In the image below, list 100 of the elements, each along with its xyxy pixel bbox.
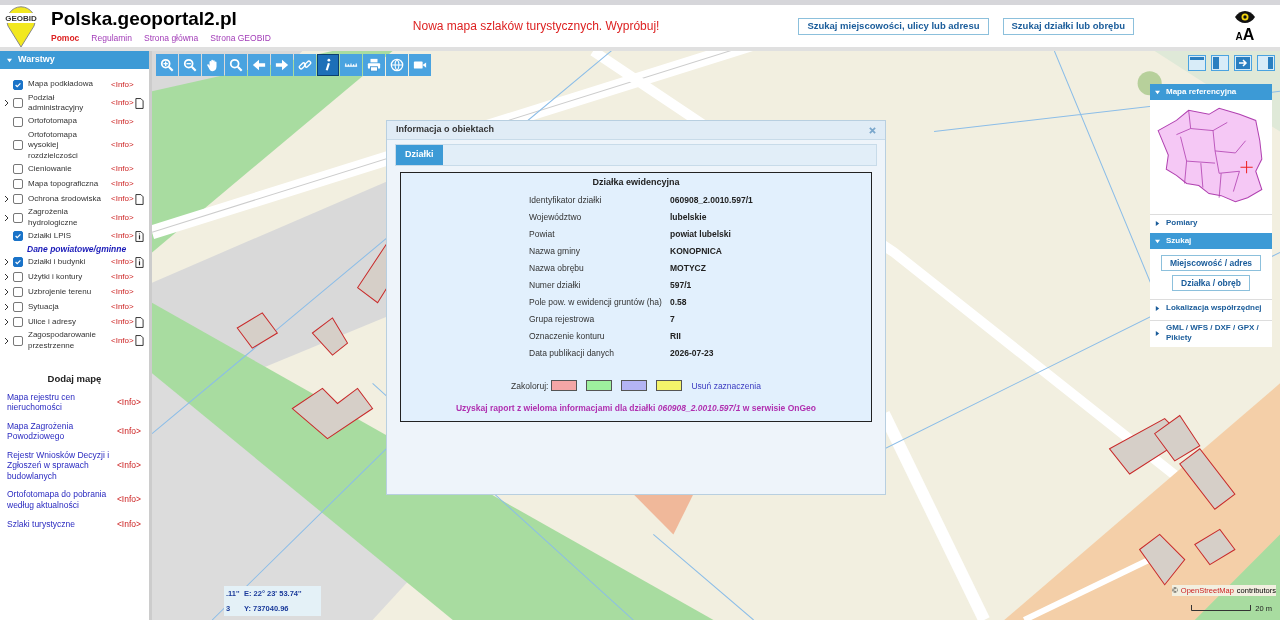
color-label: Zakoloruj: xyxy=(511,379,549,393)
info-link[interactable]: <Info> xyxy=(111,316,134,328)
layer-checkbox[interactable] xyxy=(13,79,23,90)
section-header[interactable]: GML / WFS / DXF / GPX / Pikiety xyxy=(1150,320,1272,345)
layer-checkbox[interactable] xyxy=(13,257,23,267)
left-panel-icon[interactable] xyxy=(1211,55,1229,71)
color-swatch[interactable] xyxy=(586,380,613,392)
search-button[interactable]: Szukaj miejscowości, ulicy lub adresu xyxy=(798,17,989,35)
info-link[interactable]: <Info> xyxy=(111,230,134,242)
hand-tool-button[interactable] xyxy=(202,54,224,76)
document-icon[interactable] xyxy=(135,316,144,328)
chevron-icon[interactable] xyxy=(4,99,9,107)
info-tool-button[interactable] xyxy=(317,54,339,76)
add-map-link[interactable]: Ortofotomapa do pobrania według aktualności xyxy=(7,489,111,511)
info-link[interactable]: <Info> xyxy=(111,256,134,268)
info-link[interactable]: <Info> xyxy=(116,518,141,531)
layer-label: Działki i budynki xyxy=(28,256,87,268)
info-link[interactable]: <Info> xyxy=(111,193,134,205)
info-link[interactable]: <Info> xyxy=(111,97,134,109)
search-button[interactable]: Szukaj działki lub obrębu xyxy=(1002,17,1134,35)
section-header[interactable]: Pomiary xyxy=(1150,214,1272,231)
layer-checkbox[interactable] xyxy=(13,194,23,204)
info-link[interactable]: <Info> xyxy=(111,211,134,224)
add-map-link[interactable]: Mapa rejestru cen nieruchomości xyxy=(7,391,111,413)
layer-label: Podział administracyjny xyxy=(28,92,85,114)
info-document-icon[interactable] xyxy=(135,230,144,242)
font-size-button[interactable]: AA xyxy=(1235,26,1255,43)
field-value: 597/1 xyxy=(669,278,693,292)
header-link[interactable]: Strona główna xyxy=(144,31,199,45)
layer-checkbox[interactable] xyxy=(13,179,23,189)
info-link[interactable]: <Info> xyxy=(111,286,134,298)
header-link[interactable]: Strona GEOBID xyxy=(210,31,271,45)
clear-selection-link[interactable]: Usuń zaznaczenia xyxy=(691,379,761,393)
add-map-link[interactable]: Mapa Zagrożenia Powodziowego xyxy=(7,420,111,442)
info-link[interactable]: <Info> xyxy=(116,459,141,472)
layer-checkbox[interactable] xyxy=(13,317,23,327)
info-link[interactable]: <Info> xyxy=(111,163,134,175)
info-link[interactable]: <Info> xyxy=(111,178,134,190)
info-link[interactable]: <Info> xyxy=(116,395,141,409)
info-link[interactable]: <Info> xyxy=(111,139,134,152)
camera-tool-button[interactable] xyxy=(409,54,431,76)
search-button[interactable]: Miejscowość / adres xyxy=(1160,255,1262,271)
add-map-link[interactable]: Szlaki turystyczne xyxy=(7,519,111,530)
exit-icon[interactable] xyxy=(1234,55,1252,71)
info-link[interactable]: <Info> xyxy=(111,78,134,91)
color-swatch[interactable] xyxy=(551,380,578,392)
info-link[interactable]: <Info> xyxy=(111,301,134,313)
layer-checkbox[interactable] xyxy=(13,287,23,297)
window-layout-icon[interactable] xyxy=(1188,55,1206,71)
site-title: Polska.geoportal2.pl xyxy=(51,7,238,30)
search-button[interactable]: Działka / obręb xyxy=(1172,275,1250,291)
layer-label: Ulice i adresy xyxy=(28,316,77,328)
field-value: MOTYCZ xyxy=(669,261,707,275)
layer-checkbox[interactable] xyxy=(13,302,23,312)
layer-label: Ochrona środowiska xyxy=(28,193,102,205)
color-swatch[interactable] xyxy=(621,380,648,392)
layer-label: Cieniowanie xyxy=(28,163,73,175)
layer-checkbox[interactable] xyxy=(13,212,23,223)
section-header[interactable]: Mapa referencyjna xyxy=(1150,84,1272,100)
section-header[interactable]: Szukaj xyxy=(1150,233,1272,249)
layer-checkbox[interactable] xyxy=(13,272,23,282)
info-link[interactable]: <Info> xyxy=(116,424,141,438)
layer-checkbox[interactable] xyxy=(13,98,23,108)
report-link[interactable]: Uzyskaj raport z wieloma informacjami dla działki 060908_2.0010.597/1 w serwisie OnGeo xyxy=(455,402,816,415)
chevron-icon[interactable] xyxy=(4,213,9,222)
zoom-in-tool-button[interactable] xyxy=(156,54,178,76)
announcement-link[interactable]: Nowa mapa szlaków turystycznych. Wypróbuj! xyxy=(412,17,660,35)
document-icon[interactable] xyxy=(135,97,144,109)
dialog-tab[interactable]: Działki xyxy=(396,145,443,165)
right-panel-icon[interactable] xyxy=(1257,55,1275,71)
layer-checkbox[interactable] xyxy=(13,164,23,174)
chevron-icon[interactable] xyxy=(4,195,9,203)
globe-tool-button[interactable] xyxy=(386,54,408,76)
field-label: Województwo xyxy=(529,210,583,224)
chevron-icon[interactable] xyxy=(4,336,9,345)
layer-checkbox[interactable] xyxy=(13,140,23,151)
header-link[interactable]: Pomoc xyxy=(51,31,80,45)
caret-icon xyxy=(1155,220,1160,226)
section-header[interactable]: Lokalizacja współrzędnej xyxy=(1150,299,1272,316)
color-swatch[interactable] xyxy=(656,380,683,392)
layer-checkbox[interactable] xyxy=(13,231,23,241)
info-link[interactable]: <Info> xyxy=(111,115,134,128)
print-tool-button[interactable] xyxy=(363,54,385,76)
link-icon xyxy=(298,58,312,72)
add-map-link[interactable]: Rejestr Wniosków Decyzji i Zgłoszeń w sprawach budowlanych xyxy=(7,449,111,482)
layers-header[interactable]: Warstwy xyxy=(0,51,149,69)
layer-checkbox[interactable] xyxy=(13,116,23,127)
info-document-icon[interactable] xyxy=(135,256,144,268)
right-arrow-tool-button[interactable] xyxy=(271,54,293,76)
document-icon[interactable] xyxy=(135,335,144,346)
left-arrow-tool-button[interactable] xyxy=(248,54,270,76)
info-link[interactable]: <Info> xyxy=(111,334,134,347)
info-link[interactable]: <Info> xyxy=(111,271,134,283)
document-icon[interactable] xyxy=(135,193,144,205)
zoom-out-tool-button[interactable] xyxy=(179,54,201,76)
eye-icon[interactable] xyxy=(1234,9,1256,24)
header-link[interactable]: Regulamin xyxy=(91,31,132,45)
info-link[interactable]: <Info> xyxy=(116,493,141,507)
magnifier-tool-button[interactable] xyxy=(225,54,247,76)
layer-checkbox[interactable] xyxy=(13,335,23,346)
